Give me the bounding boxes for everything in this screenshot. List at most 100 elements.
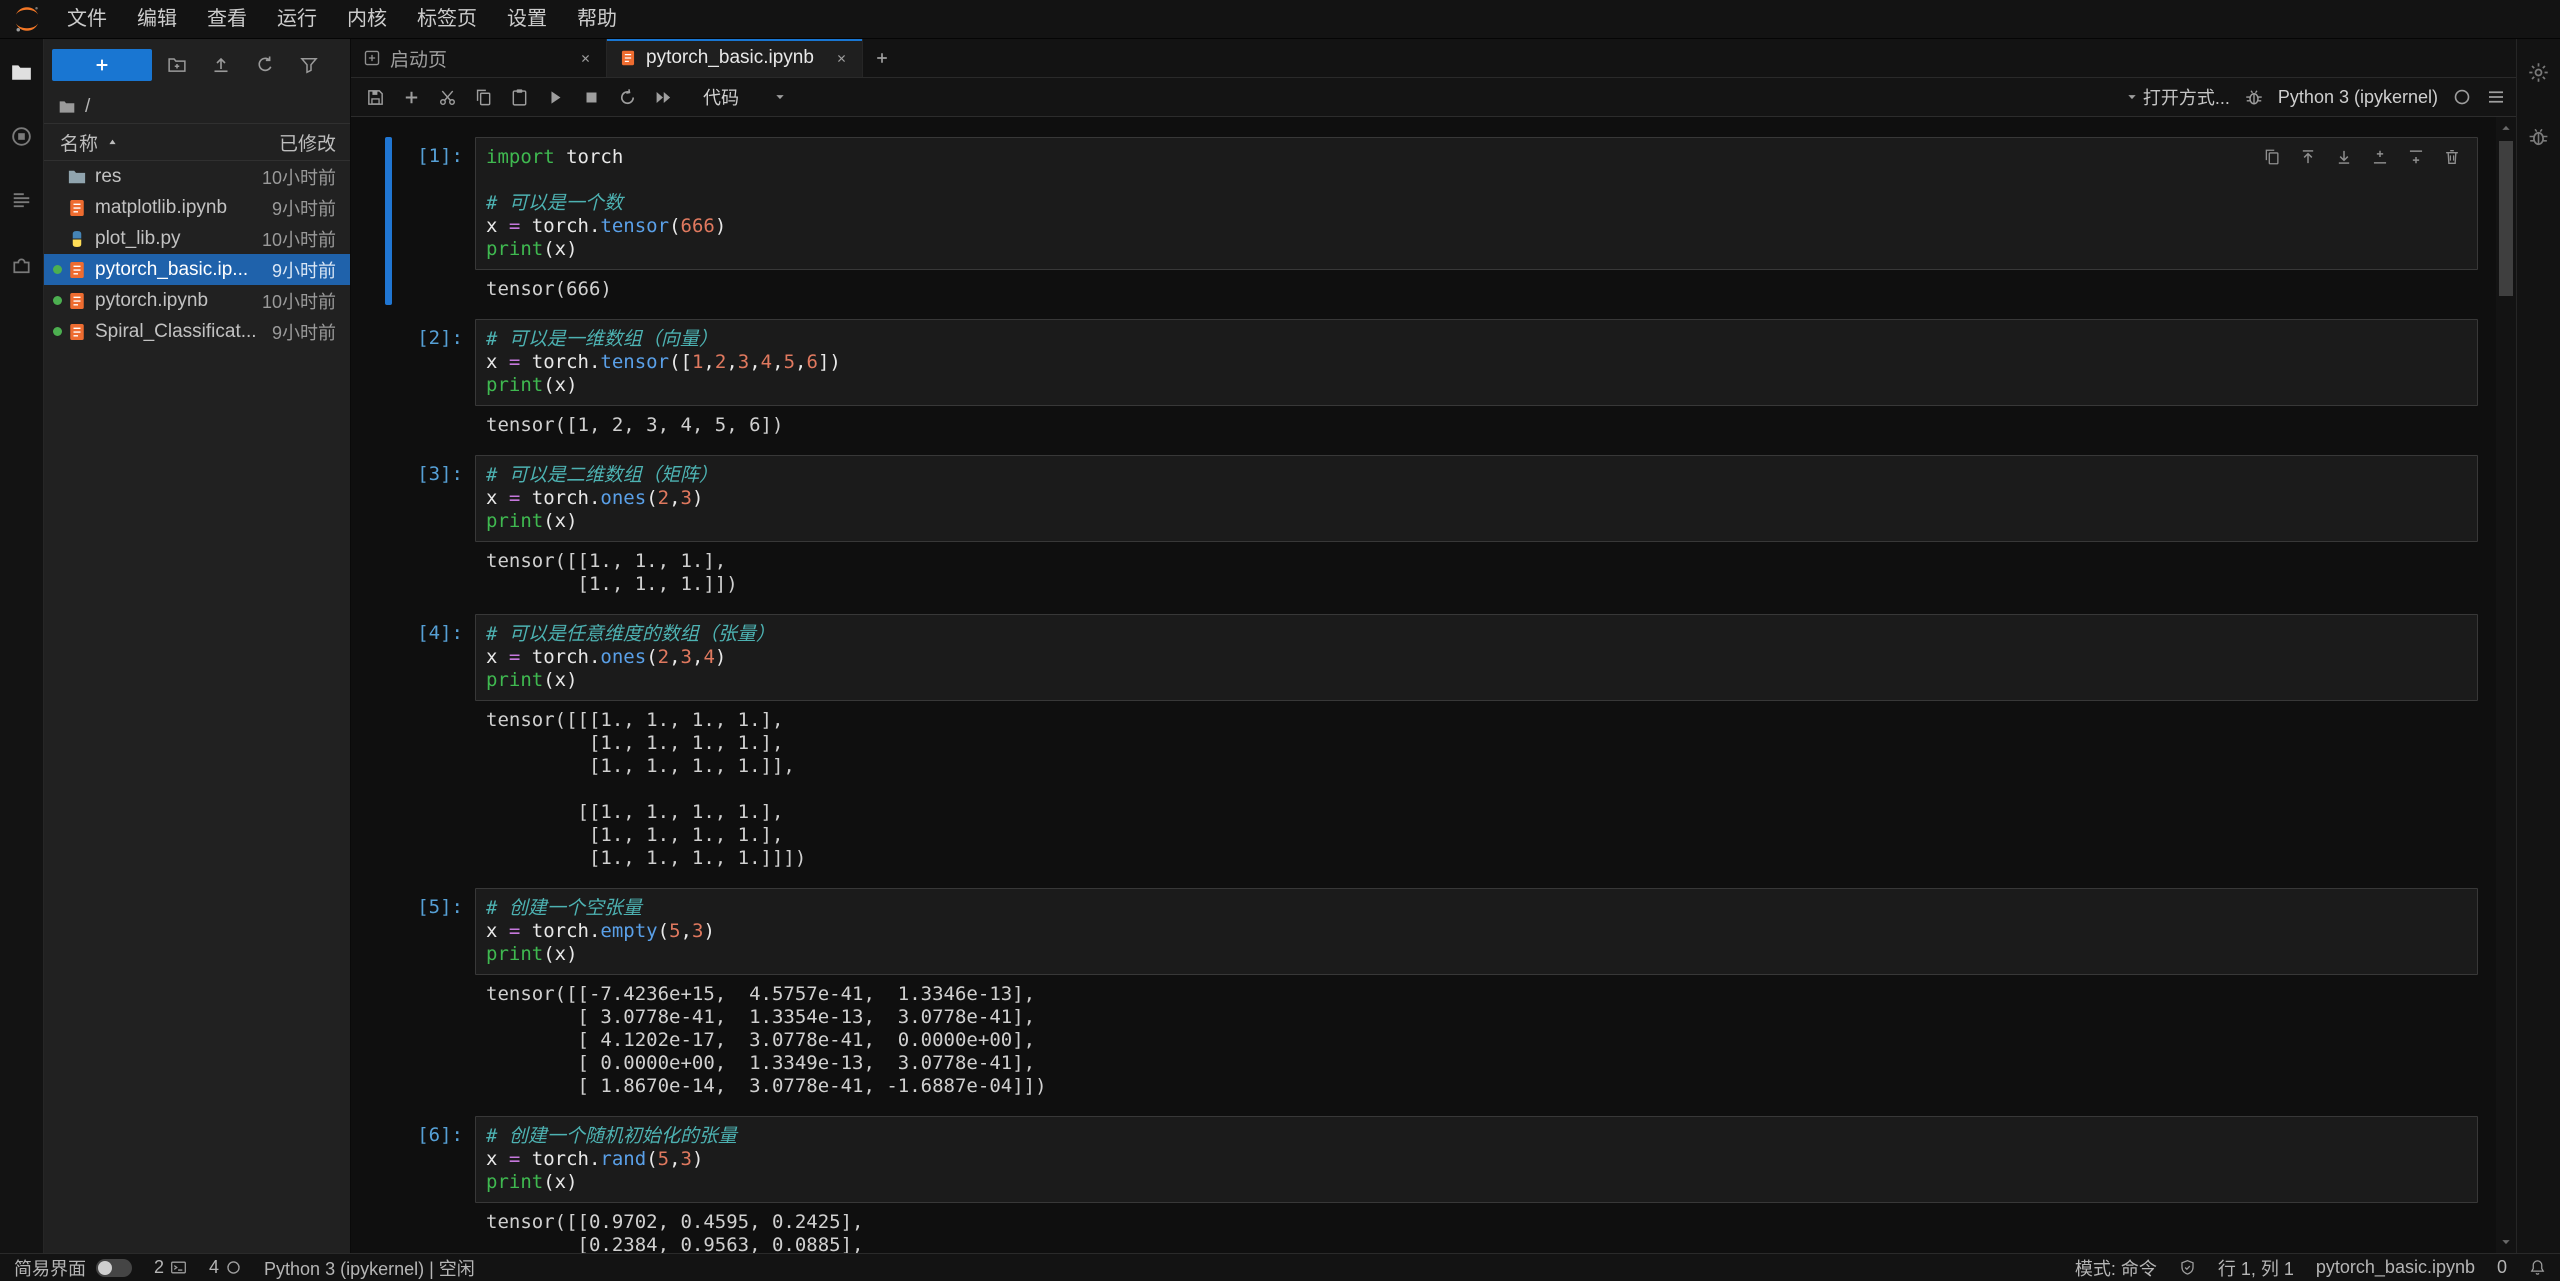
menu-run[interactable]: 运行 <box>262 0 332 38</box>
column-header-name[interactable]: 名称 <box>60 129 279 156</box>
sidebar-tab-table-of-contents[interactable] <box>5 183 39 217</box>
delete-cell-button[interactable] <box>2438 144 2466 170</box>
move-cell-up-button[interactable] <box>2294 144 2322 170</box>
bell-icon[interactable] <box>2529 1259 2546 1276</box>
notebook-cell-3[interactable]: [3]:# 可以是二维数组（矩阵） x = torch.ones(2,3) pr… <box>385 455 2478 600</box>
main-area: 启动页 pytorch_basic.ipynb 代码 打开方式... <box>351 39 2516 1253</box>
copy-cell-button[interactable] <box>465 81 501 113</box>
notebook-cell-5[interactable]: [5]:# 创建一个空张量 x = torch.empty(5,3) print… <box>385 888 2478 1102</box>
no-kernel-dot <box>53 203 62 212</box>
add-tab-button[interactable] <box>863 39 901 77</box>
tab-pytorch-basic-notebook[interactable]: pytorch_basic.ipynb <box>607 39 863 77</box>
menu-kernel[interactable]: 内核 <box>332 0 402 38</box>
sidebar-tab-file-browser[interactable] <box>5 55 39 89</box>
restart-run-all-button[interactable] <box>645 81 681 113</box>
debugger-icon[interactable] <box>2244 87 2264 107</box>
jupyter-logo-icon <box>12 4 42 34</box>
sidebar-tab-debugger[interactable] <box>2522 119 2556 153</box>
column-header-modified[interactable]: 已修改 <box>279 129 336 156</box>
chevron-down-icon <box>2125 90 2139 104</box>
cell-input: [1]:import torch # 可以是一个数 x = torch.tens… <box>395 137 2478 270</box>
close-icon[interactable] <box>577 50 594 67</box>
execution-count: [1]: <box>395 137 475 270</box>
notebook-file-icon <box>67 260 87 280</box>
cut-cell-button[interactable] <box>429 81 465 113</box>
sort-up-icon <box>106 136 119 149</box>
save-button[interactable] <box>357 81 393 113</box>
sidebar-tab-extensions[interactable] <box>5 247 39 281</box>
cells: [1]:import torch # 可以是一个数 x = torch.tens… <box>351 117 2496 1253</box>
notebook-cell-4[interactable]: [4]:# 可以是任意维度的数组（张量） x = torch.ones(2,3,… <box>385 614 2478 874</box>
delete-icon <box>2443 148 2461 166</box>
notebook-cell-1[interactable]: [1]:import torch # 可以是一个数 x = torch.tens… <box>385 137 2478 305</box>
code-editor[interactable]: import torch # 可以是一个数 x = torch.tensor(6… <box>475 137 2478 270</box>
python-file-icon <box>67 229 87 249</box>
sidebar-tab-running-sessions[interactable] <box>5 119 39 153</box>
notebook-cell-6[interactable]: [6]:# 创建一个随机初始化的张量 x = torch.rand(5,3) p… <box>385 1116 2478 1253</box>
close-icon[interactable] <box>833 50 850 67</box>
notifications-count[interactable]: 0 <box>2497 1257 2507 1278</box>
file-row[interactable]: pytorch_basic.ip...9小时前 <box>44 254 350 285</box>
status-bar-left: 简易界面 2 4 Python 3 (ipykernel) | 空闲 <box>14 1255 475 1281</box>
file-browser: / 名称 已修改 res10小时前matplotlib.ipynb9小时前plo… <box>44 39 351 1253</box>
code-editor[interactable]: # 可以是二维数组（矩阵） x = torch.ones(2,3) print(… <box>475 455 2478 542</box>
paste-cell-button[interactable] <box>501 81 537 113</box>
code-editor[interactable]: # 可以是任意维度的数组（张量） x = torch.ones(2,3,4) p… <box>475 614 2478 701</box>
file-row[interactable]: matplotlib.ipynb9小时前 <box>44 192 350 223</box>
run-cell-button[interactable] <box>537 81 573 113</box>
interrupt-kernel-button[interactable] <box>573 81 609 113</box>
menu-view[interactable]: 查看 <box>192 0 262 38</box>
upload-button[interactable] <box>202 49 240 81</box>
duplicate-cell-button[interactable] <box>2258 144 2286 170</box>
restart-kernel-button[interactable] <box>609 81 645 113</box>
code-editor[interactable]: # 创建一个随机初始化的张量 x = torch.rand(5,3) print… <box>475 1116 2478 1203</box>
scroll-down-icon[interactable] <box>2499 1235 2513 1249</box>
menu-settings[interactable]: 设置 <box>492 0 562 38</box>
cell-type-dropdown[interactable]: 代码 <box>691 84 799 110</box>
notebook-cell-2[interactable]: [2]:# 可以是一维数组（向量） x = torch.tensor([1,2,… <box>385 319 2478 441</box>
tab-label: pytorch_basic.ipynb <box>646 47 814 69</box>
filter-button[interactable] <box>290 49 328 81</box>
menu-help[interactable]: 帮助 <box>562 0 632 38</box>
insert-cell-below-button[interactable] <box>2402 144 2430 170</box>
move-cell-down-button[interactable] <box>2330 144 2358 170</box>
refresh-button[interactable] <box>246 49 284 81</box>
kernel-status-text[interactable]: Python 3 (ipykernel) | 空闲 <box>264 1255 475 1281</box>
new-launcher-button[interactable] <box>52 49 152 81</box>
insert-cell-below-button[interactable] <box>393 81 429 113</box>
insert-cell-above-button[interactable] <box>2366 144 2394 170</box>
menu-edit[interactable]: 编辑 <box>122 0 192 38</box>
breadcrumb[interactable]: / <box>44 91 350 123</box>
new-folder-button[interactable] <box>158 49 196 81</box>
open-with-dropdown[interactable]: 打开方式... <box>2125 84 2230 110</box>
file-row[interactable]: res10小时前 <box>44 161 350 192</box>
code-editor[interactable]: # 可以是一维数组（向量） x = torch.tensor([1,2,3,4,… <box>475 319 2478 406</box>
menu-tabs[interactable]: 标签页 <box>402 0 492 38</box>
kernel-name-button[interactable]: Python 3 (ipykernel) <box>2278 87 2438 108</box>
status-bar-right: 模式: 命令 行 1, 列 1 pytorch_basic.ipynb 0 <box>2075 1255 2546 1281</box>
terminals-count[interactable]: 2 <box>154 1257 187 1278</box>
running-kernel-dot <box>53 296 62 305</box>
toc-icon <box>10 189 33 212</box>
sidebar-tab-property-inspector[interactable] <box>2522 55 2556 89</box>
tab-launcher[interactable]: 启动页 <box>351 39 607 77</box>
mode-indicator[interactable]: 模式: 命令 <box>2075 1255 2157 1281</box>
active-cell-indicator <box>385 614 392 874</box>
toolbar-menu-icon[interactable] <box>2486 87 2506 107</box>
cursor-position[interactable]: 行 1, 列 1 <box>2218 1255 2294 1281</box>
notebook-scrollbar[interactable] <box>2496 117 2516 1253</box>
menu-file[interactable]: 文件 <box>52 0 122 38</box>
simple-mode-toggle[interactable] <box>96 1259 132 1277</box>
kernels-count[interactable]: 4 <box>209 1257 242 1278</box>
code-editor[interactable]: # 创建一个空张量 x = torch.empty(5,3) print(x) <box>475 888 2478 975</box>
stop-icon <box>582 88 601 107</box>
trust-shield-icon <box>2179 1259 2196 1276</box>
file-list-header: 名称 已修改 <box>44 123 350 161</box>
tab-label: 启动页 <box>390 45 447 72</box>
name-column-label: 名称 <box>60 129 98 156</box>
file-row[interactable]: Spiral_Classificat...9小时前 <box>44 316 350 347</box>
scroll-up-icon[interactable] <box>2499 121 2513 135</box>
file-row[interactable]: pytorch.ipynb10小时前 <box>44 285 350 316</box>
scrollbar-thumb[interactable] <box>2499 141 2513 296</box>
file-row[interactable]: plot_lib.py10小时前 <box>44 223 350 254</box>
